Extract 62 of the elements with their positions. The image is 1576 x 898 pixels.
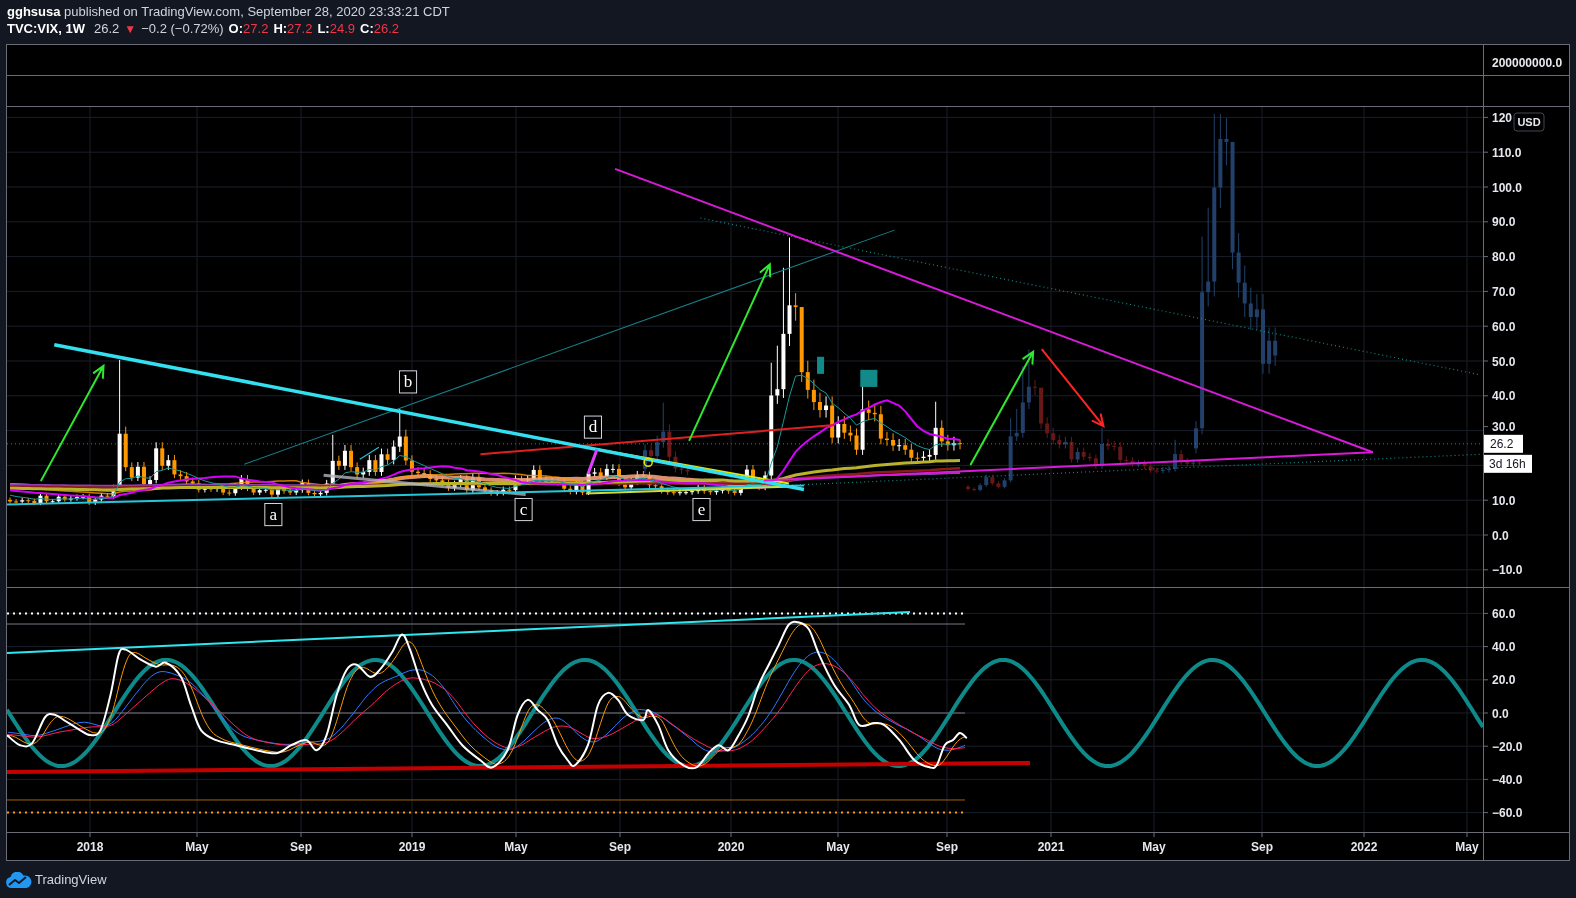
axis-label: 40.0 bbox=[1492, 389, 1516, 404]
axis-label: −10.0 bbox=[1492, 563, 1523, 578]
publish-info: gghsusa published on TradingView.com, September 28, 2020 23:33:21 CDT bbox=[7, 4, 450, 20]
axis-label: May bbox=[504, 840, 528, 854]
axis-label: −60.0 bbox=[1492, 806, 1523, 821]
axis-label: 2020 bbox=[717, 840, 745, 854]
ohlc-value: H:27.2 bbox=[273, 21, 313, 37]
projected-candle bbox=[966, 484, 970, 491]
axis-label: −40.0 bbox=[1492, 772, 1523, 787]
axis-label: 120 bbox=[1492, 110, 1513, 125]
ohlc-value: L:24.9 bbox=[317, 21, 355, 37]
axis-label: May bbox=[826, 840, 850, 854]
axis-label: 2021 bbox=[1037, 840, 1065, 854]
circle-marker-icon bbox=[643, 457, 653, 468]
projected-candle bbox=[1194, 420, 1198, 454]
axis-label: −20.0 bbox=[1492, 739, 1523, 754]
wave-label: e bbox=[692, 498, 711, 522]
symbol-title: TVC:VIX, 1W bbox=[7, 21, 85, 37]
projected-candle bbox=[1033, 379, 1037, 396]
axis-label: Sep bbox=[936, 840, 958, 854]
wave-label: a bbox=[264, 503, 283, 527]
axis-label: 70.0 bbox=[1492, 284, 1516, 299]
cloud-logo-icon bbox=[6, 871, 32, 888]
axis-label: 60.0 bbox=[1492, 606, 1516, 621]
currency-badge: USD bbox=[1513, 112, 1545, 132]
axis-label: 2018 bbox=[76, 840, 104, 854]
rectangle-marker-icon bbox=[817, 356, 825, 374]
ohlc-value: O:27.2 bbox=[228, 21, 269, 37]
wave-label: b bbox=[399, 370, 418, 394]
ohlc-value: C:26.2 bbox=[360, 21, 400, 37]
axis-label: May bbox=[1455, 840, 1479, 854]
axis-label: 200000000.0 bbox=[1492, 56, 1563, 70]
wave-label: c bbox=[514, 498, 533, 522]
axis-label: 0.0 bbox=[1492, 528, 1509, 543]
axis-label: 40.0 bbox=[1492, 640, 1516, 655]
last-price-tag: 26.2 bbox=[1484, 434, 1523, 453]
axis-label: Sep bbox=[609, 840, 631, 854]
axis-label: 0.0 bbox=[1492, 706, 1509, 721]
down-triangle-icon: ▼ bbox=[124, 21, 137, 37]
projected-candle bbox=[643, 443, 647, 474]
price-change: −0.2 (−0.72%) bbox=[141, 21, 224, 37]
axis-label: 110.0 bbox=[1492, 145, 1522, 160]
brand-name: TradingView bbox=[35, 872, 107, 887]
last-price: 26.2 bbox=[94, 21, 120, 37]
projected-candle bbox=[1100, 427, 1104, 470]
rectangle-marker-icon bbox=[860, 369, 878, 387]
axis-label: 2022 bbox=[1350, 840, 1378, 854]
axis-label: 80.0 bbox=[1492, 250, 1516, 265]
wave-label: d bbox=[583, 415, 602, 439]
axis-label: 10.0 bbox=[1492, 493, 1516, 508]
axis-label: 100.0 bbox=[1492, 180, 1523, 195]
axis-label: 20.0 bbox=[1492, 673, 1516, 688]
axis-label: 60.0 bbox=[1492, 319, 1516, 334]
axis-label: 50.0 bbox=[1492, 354, 1516, 369]
axis-label: May bbox=[1142, 840, 1166, 854]
axis-label: 2019 bbox=[398, 840, 426, 854]
countdown-tag: 3d 16h bbox=[1484, 454, 1532, 473]
axis-label: Sep bbox=[290, 840, 312, 854]
axis-label: May bbox=[185, 840, 209, 854]
axis-label: 30.0 bbox=[1492, 420, 1516, 435]
axis-label: 90.0 bbox=[1492, 215, 1516, 230]
axis-label: Sep bbox=[1251, 840, 1273, 854]
